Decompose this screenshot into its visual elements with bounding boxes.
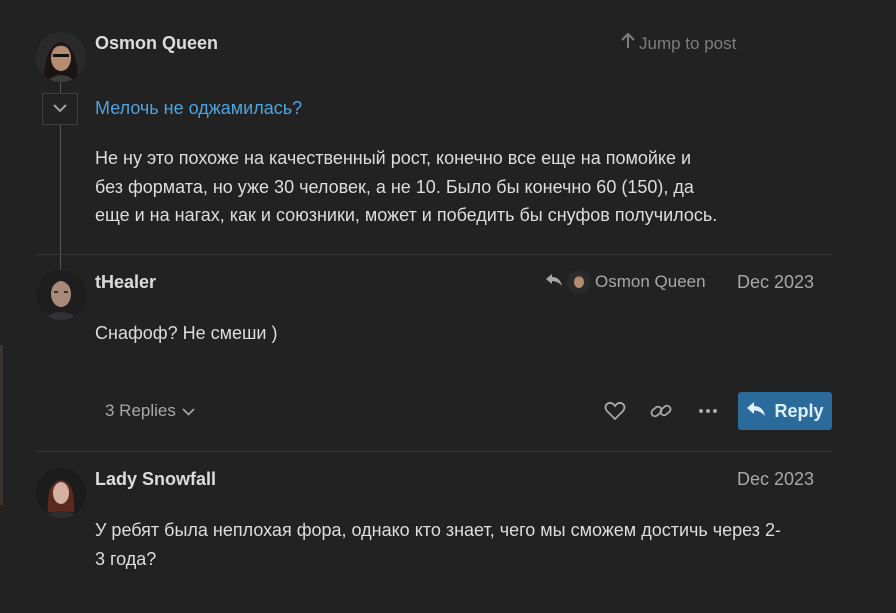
replies-count-label: 3 Replies — [105, 401, 176, 420]
post-author-osmon-queen[interactable]: Osmon Queen — [95, 33, 218, 54]
show-replies-button[interactable]: 3 Replies — [105, 401, 195, 421]
reply-to-username: Osmon Queen — [595, 272, 706, 291]
post-divider — [36, 451, 832, 452]
reply-button[interactable]: Reply — [738, 392, 832, 430]
avatar-lady-snowfall[interactable] — [36, 468, 86, 518]
more-icon[interactable] — [697, 400, 719, 422]
post-author-thealer[interactable]: tHealer — [95, 272, 156, 293]
link-icon[interactable] — [650, 400, 672, 422]
arrow-up-icon — [621, 32, 635, 54]
jump-to-post-link[interactable]: Jump to post — [621, 32, 737, 54]
post-author-lady-snowfall[interactable]: Lady Snowfall — [95, 469, 216, 490]
post-divider — [36, 254, 832, 255]
chevron-down-icon — [53, 100, 67, 118]
collapse-button[interactable] — [42, 93, 78, 125]
heart-icon[interactable] — [604, 400, 626, 422]
post-body-thealer: Снафоф? Не смеши ) — [95, 323, 278, 343]
reply-arrow-icon — [746, 401, 766, 422]
avatar-thealer[interactable] — [36, 270, 86, 320]
reply-arrow-icon — [545, 272, 563, 292]
post-body-lady-snowfall: У ребят была неплохая фора, однако кто з… — [95, 520, 782, 569]
post-date-thealer[interactable]: Dec 2023 — [737, 272, 814, 293]
avatar-osmon-queen[interactable] — [36, 32, 86, 82]
reply-button-label: Reply — [774, 400, 824, 421]
reply-to-indicator[interactable]: Osmon Queen — [545, 270, 706, 294]
topic-title-link[interactable]: Мелочь не оджамилась? — [95, 98, 302, 119]
post-body-osmon-queen: Не ну это похоже на качественный рост, к… — [95, 148, 718, 225]
left-edge-decoration — [0, 345, 3, 505]
reply-to-avatar — [567, 270, 591, 294]
jump-to-post-label: Jump to post — [639, 33, 737, 53]
chevron-down-icon — [182, 401, 195, 421]
post-date-lady-snowfall[interactable]: Dec 2023 — [737, 469, 814, 490]
